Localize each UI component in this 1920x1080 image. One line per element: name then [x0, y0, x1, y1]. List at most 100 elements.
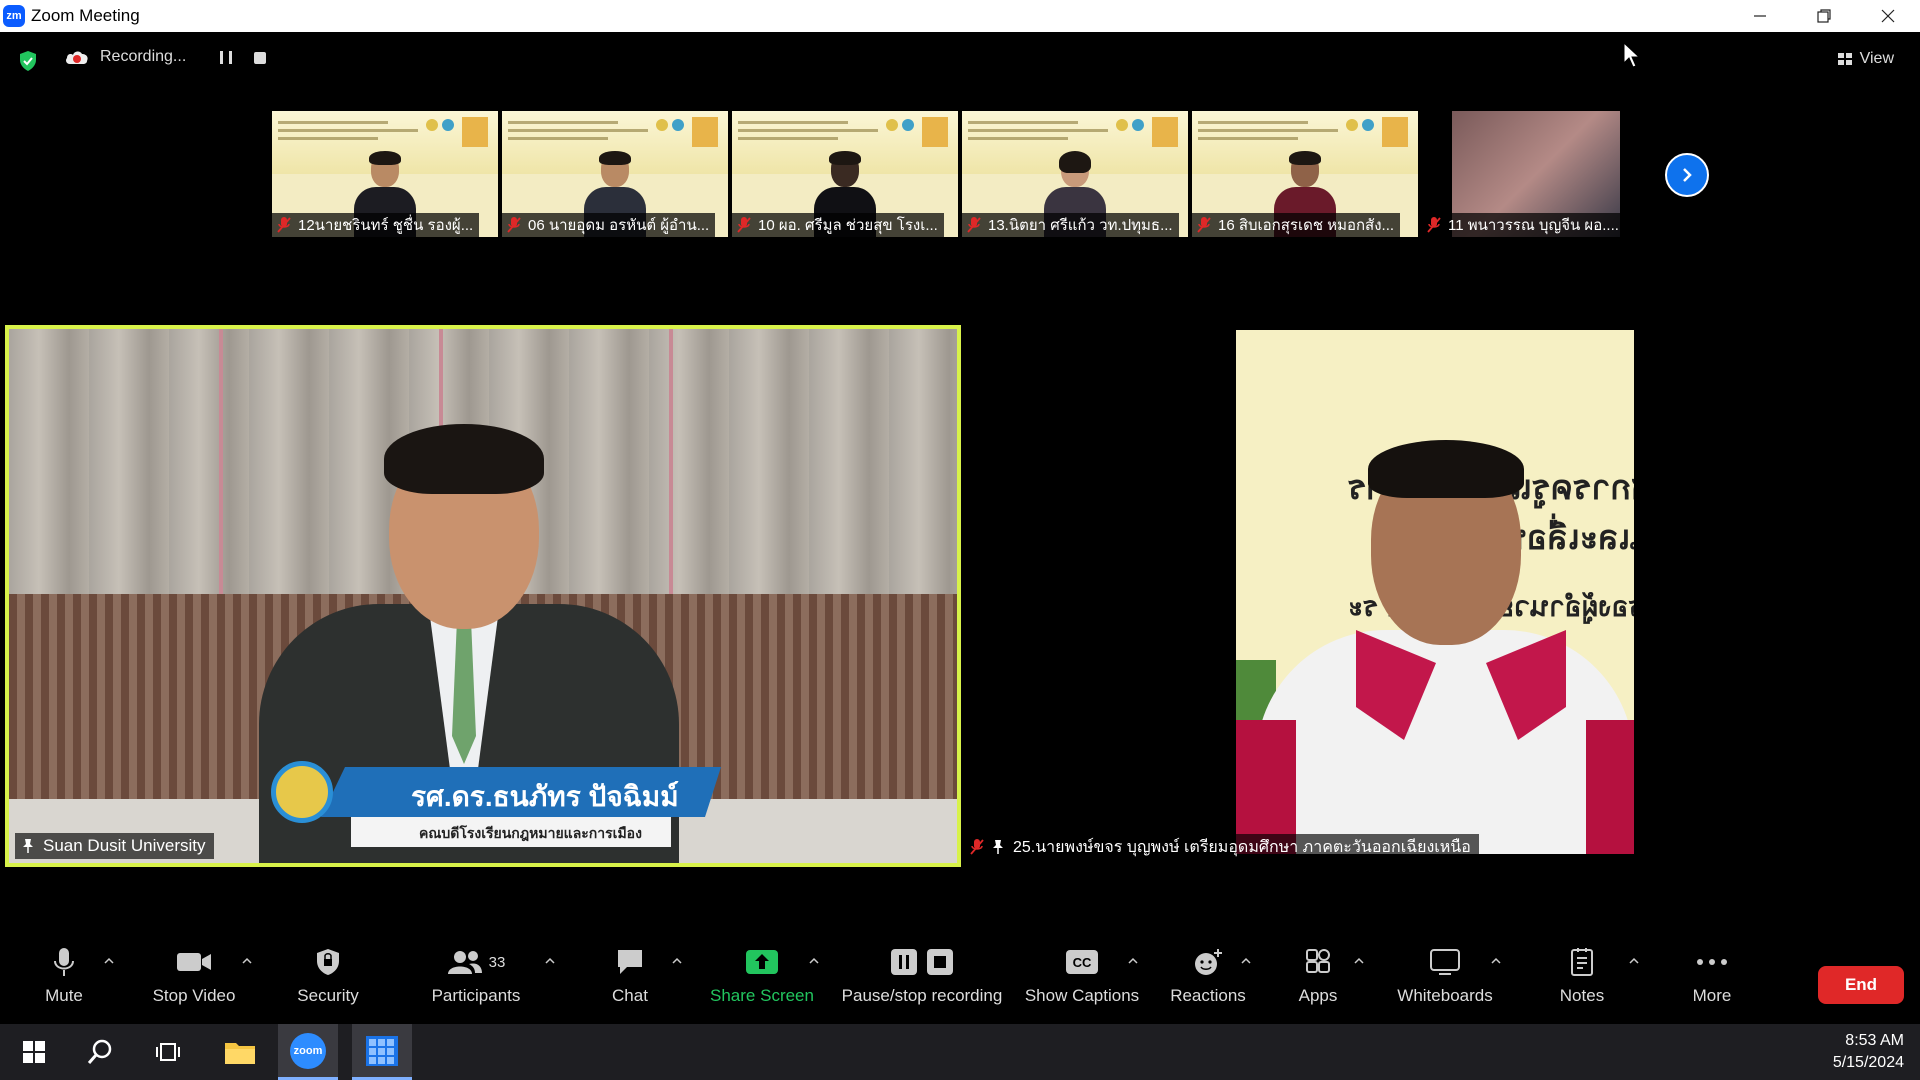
security-button[interactable]: Security	[294, 940, 362, 1020]
chat-button[interactable]: Chat	[608, 940, 652, 1020]
lower-third-name: รศ.ดร.ธนภัทร ปัจฉิมม์	[411, 781, 679, 812]
apps-icon	[1306, 949, 1330, 973]
participant-thumbnail[interactable]: 06 นายอุดม อรหันต์ ผู้อำน...	[502, 111, 728, 237]
task-view-button[interactable]	[138, 1024, 198, 1080]
mute-button[interactable]: Mute	[38, 940, 90, 1020]
close-icon	[1881, 9, 1895, 23]
participant-name-label: 11 พนาวรรณ บุญจีน ผอ....	[1422, 213, 1625, 237]
minimize-button[interactable]	[1728, 0, 1792, 32]
chevron-up-icon[interactable]	[672, 956, 682, 966]
reactions-button[interactable]: Reactions	[1168, 940, 1248, 1020]
folder-icon	[225, 1043, 255, 1064]
chevron-up-icon[interactable]	[1491, 956, 1501, 966]
zoom-icon: zoom	[290, 1032, 326, 1069]
participant-thumbnail[interactable]: 13.นิตยา ศรีแก้ว วท.ปทุมธ...	[962, 111, 1188, 237]
pin-icon	[993, 840, 1003, 854]
encryption-shield[interactable]	[18, 50, 38, 77]
chevron-up-icon[interactable]	[545, 956, 555, 966]
whiteboard-icon	[1430, 949, 1460, 975]
next-page-button[interactable]	[1665, 153, 1709, 197]
reactions-emoji-icon	[1195, 949, 1222, 975]
participant-video-large[interactable]: ชการครูและบุคลากร นและเลื่อนเป็นวิ รองผู…	[1236, 330, 1634, 854]
minimize-icon	[1754, 15, 1766, 17]
participant-thumbnail[interactable]: 10 ผอ. ศรีมูล ช่วยสุข โรงเ...	[732, 111, 958, 237]
participants-button[interactable]: 33 Participants	[428, 940, 524, 1020]
university-seal-icon	[271, 761, 333, 823]
end-meeting-button[interactable]: End	[1818, 966, 1904, 1004]
mic-muted-icon	[277, 217, 291, 233]
mic-muted-icon	[737, 217, 751, 233]
closed-captions-icon: CC	[1066, 950, 1098, 974]
video-camera-icon	[177, 953, 211, 971]
chevron-up-icon[interactable]	[1241, 956, 1251, 966]
participant-name-label: 10 ผอ. ศรีมูล ช่วยสุข โรงเ...	[732, 213, 944, 237]
windows-taskbar: zoom 8:53 AM 5/15/2024	[0, 1024, 1920, 1080]
recording-indicator[interactable]: Recording...	[64, 48, 186, 66]
participant-name-label: Suan Dusit University	[15, 833, 214, 859]
close-window-button[interactable]	[1856, 0, 1920, 32]
taskbar-app-button[interactable]	[352, 1024, 412, 1080]
windows-logo-icon	[23, 1041, 45, 1063]
view-button[interactable]: View	[1837, 50, 1894, 68]
shield-check-icon	[20, 51, 36, 71]
participant-name-label: 13.นิตยา ศรีแก้ว วท.ปทุมธ...	[962, 213, 1179, 237]
microphone-icon	[54, 948, 74, 976]
mic-muted-icon	[1197, 217, 1211, 233]
participants-count: 33	[488, 953, 506, 971]
participant-thumbnail-strip: 12นายชรินทร์ ชูชื่น รองผู้... 06 นายอุดม…	[272, 111, 1652, 237]
clock-time: 8:53 AM	[1845, 1032, 1904, 1049]
more-button[interactable]: More	[1688, 940, 1736, 1020]
more-dots-icon	[1697, 959, 1727, 965]
restore-button[interactable]	[1792, 0, 1856, 32]
pin-icon	[23, 839, 33, 853]
chat-bubble-icon	[618, 950, 642, 974]
participant-name-label: 16 สิบเอกสุรเดช หมอกสัง...	[1192, 213, 1401, 237]
chevron-right-icon	[1683, 168, 1692, 182]
start-button[interactable]	[4, 1024, 64, 1080]
meeting-toolbar: Mute Stop Video Security 33 Participants…	[0, 940, 1920, 1020]
pause-stop-recording-button[interactable]: Pause/stop recording	[838, 940, 1006, 1020]
participant-thumbnail[interactable]: 16 สิบเอกสุรเดช หมอกสัง...	[1192, 111, 1418, 237]
participants-icon	[447, 951, 482, 974]
search-icon	[87, 1039, 112, 1064]
mic-muted-icon	[970, 839, 984, 855]
restore-icon	[1817, 9, 1831, 23]
pause-stop-icon	[891, 949, 953, 975]
file-explorer-button[interactable]	[210, 1024, 270, 1080]
notes-icon	[1571, 948, 1593, 976]
mic-muted-icon	[967, 217, 981, 233]
window-controls	[1728, 0, 1920, 32]
taskbar-zoom-button[interactable]: zoom	[278, 1024, 338, 1080]
recording-stop-button[interactable]	[254, 52, 266, 64]
chevron-up-icon[interactable]	[242, 956, 252, 966]
lower-third-subtitle: คณบดีโรงเรียนกฎหมายและการเมือง	[419, 825, 642, 841]
shield-icon	[317, 949, 339, 975]
whiteboards-button[interactable]: Whiteboards	[1392, 940, 1498, 1020]
notes-button[interactable]: Notes	[1556, 940, 1608, 1020]
chevron-up-icon[interactable]	[1128, 956, 1138, 966]
view-label: View	[1859, 50, 1894, 67]
speaker-lower-third: รศ.ดร.ธนภัทร ปัจฉิมม์ คณบดีโรงเรียนกฎหมา…	[271, 761, 721, 853]
chevron-up-icon[interactable]	[1354, 956, 1364, 966]
participant-name-label: 06 นายอุดม อรหันต์ ผู้อำน...	[502, 213, 716, 237]
active-speaker-video[interactable]: รศ.ดร.ธนภัทร ปัจฉิมม์ คณบดีโรงเรียนกฎหมา…	[5, 325, 961, 867]
taskbar-search-button[interactable]	[70, 1024, 130, 1080]
participant-name-label: 12นายชรินทร์ ชูชื่น รองผู้...	[272, 213, 480, 237]
show-captions-button[interactable]: CC Show Captions	[1022, 940, 1142, 1020]
chevron-up-icon[interactable]	[104, 956, 114, 966]
system-clock[interactable]: 8:53 AM 5/15/2024	[1833, 1030, 1904, 1074]
recording-pause-button[interactable]	[220, 51, 232, 65]
participant-thumbnail[interactable]: 11 พนาวรรณ บุญจีน ผอ....	[1422, 111, 1648, 237]
chevron-up-icon[interactable]	[809, 956, 819, 966]
mouse-cursor-icon	[1623, 42, 1641, 68]
clock-date: 5/15/2024	[1832, 1054, 1904, 1071]
participant-thumbnail[interactable]: 12นายชรินทร์ ชูชื่น รองผู้...	[272, 111, 498, 237]
stop-video-button[interactable]: Stop Video	[148, 940, 240, 1020]
participant-name-label: 25.นายพงษ์ขจร บุญพงษ์ เตรียมอุดมศึกษา ภา…	[963, 834, 1479, 860]
chevron-up-icon[interactable]	[1629, 956, 1639, 966]
app-grid-icon	[366, 1035, 398, 1066]
cloud-record-icon	[66, 51, 88, 64]
apps-button[interactable]: Apps	[1294, 940, 1342, 1020]
mic-muted-icon	[507, 217, 521, 233]
share-screen-button[interactable]: Share Screen	[710, 940, 814, 1020]
